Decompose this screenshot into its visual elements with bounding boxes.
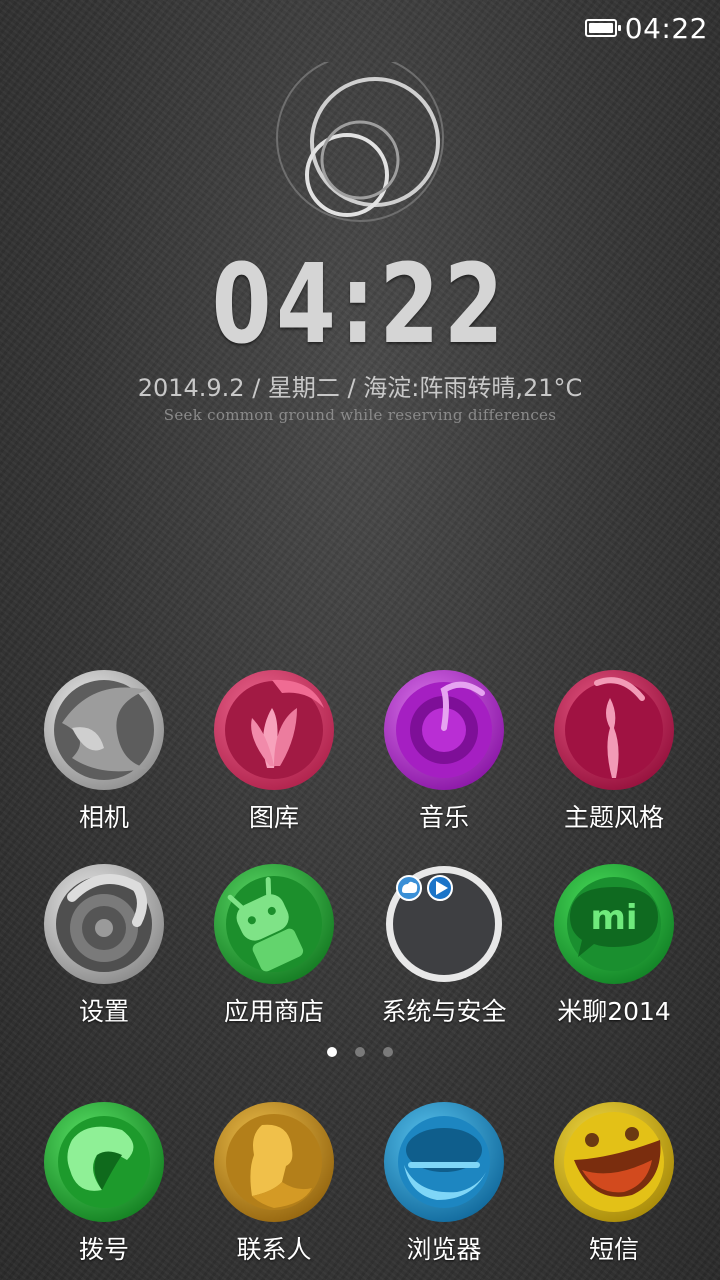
widget-date-weather[interactable]: 2014.9.2 / 星期二 / 海淀:阵雨转晴,21°C <box>0 368 720 403</box>
app-label: 应用商店 <box>223 997 324 1026</box>
app-label: 音乐 <box>418 803 469 832</box>
widget-clock[interactable]: 04:22 <box>79 240 641 368</box>
app-settings[interactable]: 设置 <box>19 862 189 1028</box>
app-label: 图库 <box>248 803 299 832</box>
app-label: 相机 <box>78 803 129 832</box>
folder-security[interactable]: 系统与安全 <box>359 862 529 1028</box>
app-label: 米聊2014 <box>557 997 671 1026</box>
miliao-icon: mi <box>554 864 674 984</box>
dock-contacts[interactable]: 联系人 <box>189 1100 359 1266</box>
dock-browser[interactable]: 浏览器 <box>359 1100 529 1266</box>
status-bar: 04:22 <box>584 10 708 46</box>
circles-logo-icon <box>276 62 444 222</box>
app-camera[interactable]: 相机 <box>19 668 189 834</box>
app-theme[interactable]: 主题风格 <box>529 668 699 834</box>
page-dot-3[interactable] <box>383 1047 393 1057</box>
app-music[interactable]: 音乐 <box>359 668 529 834</box>
gallery-icon <box>214 670 334 790</box>
page-indicator[interactable] <box>0 1047 720 1057</box>
widget-motto: Seek common ground while reserving diffe… <box>163 406 557 424</box>
folder-label: 系统与安全 <box>381 997 507 1026</box>
theme-icon <box>554 670 674 790</box>
dock-label: 联系人 <box>236 1235 312 1264</box>
svg-text:mi: mi <box>590 898 637 938</box>
page-dot-1[interactable] <box>327 1047 337 1057</box>
dock-label: 浏览器 <box>406 1235 482 1264</box>
music-icon <box>384 670 504 790</box>
dock-label: 拨号 <box>78 1235 129 1264</box>
dock-label: 短信 <box>588 1235 639 1264</box>
dock-messages[interactable]: 短信 <box>529 1100 699 1266</box>
security-folder-icon <box>386 866 502 982</box>
messages-icon <box>554 1102 674 1222</box>
camera-icon <box>44 670 164 790</box>
phone-icon <box>44 1102 164 1222</box>
app-miliao[interactable]: mi 米聊2014 <box>529 862 699 1028</box>
contacts-icon <box>214 1102 334 1222</box>
dock-phone[interactable]: 拨号 <box>19 1100 189 1266</box>
page-dot-2[interactable] <box>355 1047 365 1057</box>
app-gallery[interactable]: 图库 <box>189 668 359 834</box>
app-label: 主题风格 <box>563 803 664 832</box>
status-time: 04:22 <box>624 11 708 45</box>
battery-icon <box>584 19 621 37</box>
app-store[interactable]: 应用商店 <box>189 862 359 1028</box>
app-store-icon <box>214 864 334 984</box>
settings-icon <box>44 864 164 984</box>
browser-icon <box>384 1102 504 1222</box>
app-label: 设置 <box>78 997 129 1026</box>
